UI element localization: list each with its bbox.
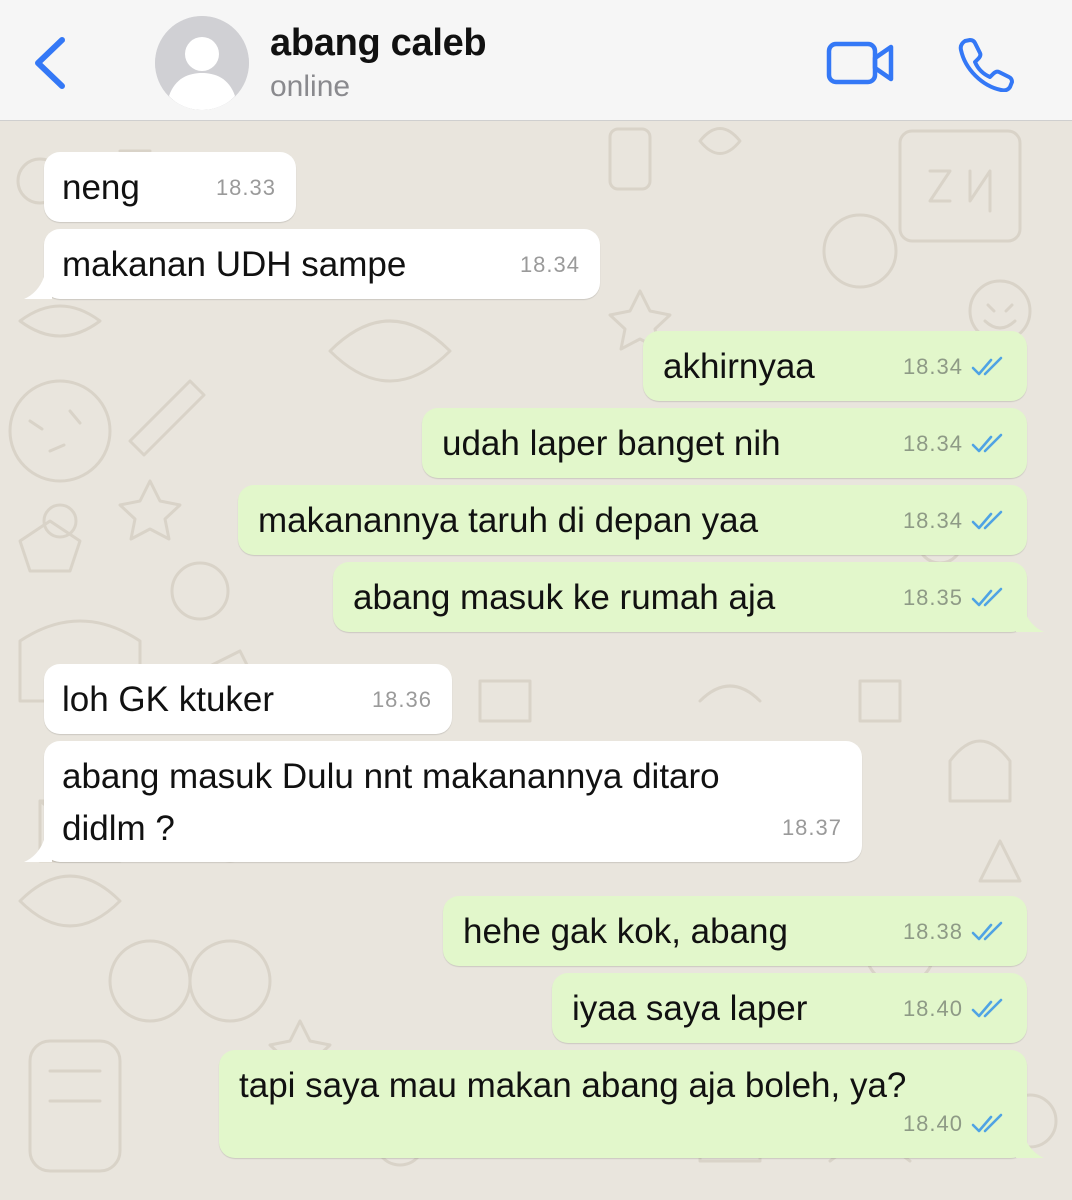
- message-bubble-outgoing[interactable]: iyaa saya laper 18.40: [552, 973, 1027, 1043]
- message-text: loh GK ktuker: [62, 680, 275, 719]
- message-time: 18.40: [902, 1111, 963, 1136]
- default-avatar-icon: [155, 16, 249, 110]
- message-bubble-outgoing[interactable]: tapi saya mau makan abang aja boleh, ya?…: [219, 1050, 1027, 1158]
- message-time: 18.37: [781, 815, 842, 840]
- message-text: iyaa saya laper: [572, 989, 808, 1028]
- message-time: 18.36: [371, 687, 432, 712]
- message-bubble-outgoing[interactable]: udah laper banget nih 18.34: [422, 408, 1027, 478]
- double-check-read-icon: [971, 998, 1003, 1018]
- message-bubble-outgoing[interactable]: hehe gak kok, abang 18.38: [443, 896, 1027, 966]
- contact-avatar[interactable]: [155, 16, 249, 110]
- contact-status: online: [270, 70, 351, 103]
- bubble-tail: [24, 840, 52, 862]
- phone-icon: [958, 38, 1014, 93]
- message-text: tapi saya mau makan abang aja boleh, ya?: [239, 1066, 907, 1105]
- message-text: makanan UDH sampe: [62, 245, 407, 284]
- message-time: 18.34: [902, 431, 963, 456]
- double-check-read-icon: [971, 1113, 1003, 1133]
- message-bubble-outgoing[interactable]: makanannya taruh di depan yaa 18.34: [238, 485, 1027, 555]
- message-time: 18.34: [519, 252, 580, 277]
- message-time: 18.34: [902, 354, 963, 379]
- message-bubble-incoming[interactable]: makanan UDH sampe 18.34: [44, 229, 600, 299]
- message-bubble-outgoing[interactable]: abang masuk ke rumah aja 18.35: [333, 562, 1027, 632]
- message-text: udah laper banget nih: [442, 424, 781, 463]
- chat-area[interactable]: neng 18.33 makanan UDH sampe 18.34 akhir…: [0, 121, 1072, 1200]
- chat-header: abang caleb online: [0, 0, 1072, 121]
- double-check-read-icon: [971, 587, 1003, 607]
- message-time: 18.35: [902, 585, 963, 610]
- video-camera-icon: [826, 41, 894, 85]
- bubble-tail: [24, 277, 52, 299]
- message-text: akhirnyaa: [663, 347, 815, 386]
- chevron-left-icon: [35, 37, 65, 89]
- bubble-tail: [1016, 610, 1044, 632]
- contact-name[interactable]: abang caleb: [270, 22, 487, 65]
- message-text: abang masuk Dulu nnt makanannya ditaro d…: [62, 757, 720, 848]
- message-bubble-incoming[interactable]: abang masuk Dulu nnt makanannya ditaro d…: [44, 741, 862, 862]
- message-time: 18.40: [902, 996, 963, 1021]
- double-check-read-icon: [971, 433, 1003, 453]
- message-time: 18.38: [902, 919, 963, 944]
- message-time: 18.34: [902, 508, 963, 533]
- video-call-button[interactable]: [825, 38, 897, 88]
- message-text: abang masuk ke rumah aja: [353, 578, 776, 617]
- voice-call-button[interactable]: [956, 36, 1014, 93]
- double-check-read-icon: [971, 921, 1003, 941]
- message-text: hehe gak kok, abang: [463, 912, 788, 951]
- message-bubble-outgoing[interactable]: akhirnyaa 18.34: [643, 331, 1027, 401]
- message-bubble-incoming[interactable]: loh GK ktuker 18.36: [44, 664, 452, 734]
- double-check-read-icon: [971, 356, 1003, 376]
- message-bubble-incoming[interactable]: neng 18.33: [44, 152, 296, 222]
- message-text: neng: [62, 168, 140, 207]
- double-check-read-icon: [971, 510, 1003, 530]
- message-time: 18.33: [215, 175, 276, 200]
- message-text: makanannya taruh di depan yaa: [258, 501, 759, 540]
- back-button[interactable]: [26, 30, 76, 94]
- bubble-tail: [1016, 1136, 1044, 1158]
